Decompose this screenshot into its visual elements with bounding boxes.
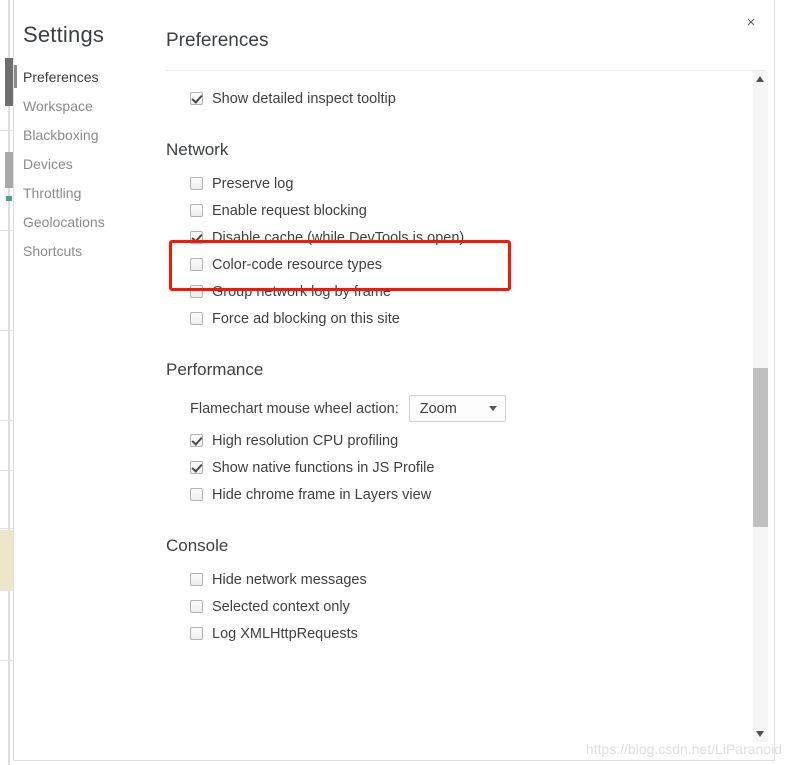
option-row-high-resolution-cpu-profiling[interactable]: High resolution CPU profiling <box>166 427 748 454</box>
sidebar-item-label: Geolocations <box>23 213 105 230</box>
select-label: Flamechart mouse wheel action: <box>190 400 399 417</box>
background-scroll-thumb-secondary <box>5 152 13 188</box>
option-label[interactable]: Selected context only <box>212 599 350 615</box>
option-row-hide-chrome-frame-in-layers-view[interactable]: Hide chrome frame in Layers view <box>166 481 748 508</box>
checkbox-group-network-log-by-frame[interactable] <box>190 285 203 298</box>
option-row-show-native-functions-in-js-profile[interactable]: Show native functions in JS Profile <box>166 454 748 481</box>
settings-title: Settings <box>23 22 105 47</box>
background-divider <box>0 330 14 331</box>
background-marker <box>6 196 12 201</box>
checkbox-force-ad-blocking-on-this-site[interactable] <box>190 312 203 325</box>
checkbox-log-xmlhttprequests[interactable] <box>190 627 203 640</box>
sidebar-item-workspace[interactable]: Workspace <box>14 91 152 120</box>
option-row-selected-context-only[interactable]: Selected context only <box>166 593 748 620</box>
checkbox-high-resolution-cpu-profiling[interactable] <box>190 434 203 447</box>
sidebar-item-blackboxing[interactable]: Blackboxing <box>14 120 152 149</box>
option-label[interactable]: Force ad blocking on this site <box>212 311 400 327</box>
sidebar-item-preferences[interactable]: Preferences <box>14 62 152 91</box>
option-label[interactable]: Hide chrome frame in Layers view <box>212 487 431 503</box>
checkbox-enable-request-blocking[interactable] <box>190 204 203 217</box>
checkbox-show-native-functions-in-js-profile[interactable] <box>190 461 203 474</box>
background-divider <box>0 470 14 471</box>
sidebar-item-throttling[interactable]: Throttling <box>14 178 152 207</box>
option-label[interactable]: Preserve log <box>212 176 293 192</box>
sidebar-item-label: Preferences <box>23 68 99 85</box>
checkbox-color-code-resource-types[interactable] <box>190 258 203 271</box>
group-title-network: Network <box>166 140 229 159</box>
option-row-force-ad-blocking-on-this-site[interactable]: Force ad blocking on this site <box>166 305 748 332</box>
option-row-show-detailed-inspect-tooltip[interactable]: Show detailed inspect tooltip <box>166 85 748 112</box>
chevron-down-icon <box>488 406 497 411</box>
background-divider <box>0 528 14 529</box>
option-row-disable-cache-while-devtools-is-open[interactable]: Disable cache (while DevTools is open) <box>166 224 748 251</box>
option-label[interactable]: Log XMLHttpRequests <box>212 626 358 642</box>
option-label[interactable]: Disable cache (while DevTools is open) <box>212 230 464 246</box>
background-divider <box>0 590 14 591</box>
sidebar-item-label: Workspace <box>23 97 93 114</box>
option-label[interactable]: Show detailed inspect tooltip <box>212 91 396 107</box>
settings-content: Preferences Show detailed inspect toolti… <box>152 0 774 760</box>
background-divider <box>0 660 14 661</box>
background-scroll-rail <box>8 0 10 765</box>
sidebar-item-label: Devices <box>23 155 73 172</box>
option-label[interactable]: Hide network messages <box>212 572 367 588</box>
option-label[interactable]: High resolution CPU profiling <box>212 433 398 449</box>
scroll-up-arrow-icon[interactable] <box>753 71 768 87</box>
settings-dialog: × Settings Preferences Workspace Blackboxi… <box>14 0 774 760</box>
select-row-flamechart-mouse-wheel-action: Flamechart mouse wheel action: Zoom <box>166 390 748 427</box>
background-divider <box>0 420 14 421</box>
option-label[interactable]: Color-code resource types <box>212 257 382 273</box>
checkbox-selected-context-only[interactable] <box>190 600 203 613</box>
sidebar-item-label: Throttling <box>23 184 82 201</box>
group-title-console: Console <box>166 536 229 555</box>
option-row-group-network-log-by-frame[interactable]: Group network log by frame <box>166 278 748 305</box>
option-label[interactable]: Enable request blocking <box>212 203 367 219</box>
option-row-enable-request-blocking[interactable]: Enable request blocking <box>166 197 748 224</box>
checkbox-disable-cache-while-devtools-is-open[interactable] <box>190 231 203 244</box>
preferences-list: Show detailed inspect tooltip Network Pres… <box>152 71 748 647</box>
checkbox-hide-chrome-frame-in-layers-view[interactable] <box>190 488 203 501</box>
vertical-scrollbar[interactable] <box>753 71 768 742</box>
sidebar-item-label: Shortcuts <box>23 242 83 259</box>
background-divider <box>0 230 14 231</box>
checkbox-show-detailed-inspect-tooltip[interactable] <box>190 92 203 105</box>
sidebar-nav: Preferences Workspace Blackboxing Devices Th… <box>14 62 152 265</box>
option-label[interactable]: Show native functions in JS Profile <box>212 460 434 476</box>
background-highlight-band <box>0 530 13 590</box>
group-title-performance: Performance <box>166 360 264 379</box>
settings-sidebar: Settings Preferences Workspace Blackboxing… <box>14 0 152 760</box>
select-value: Zoom <box>419 400 457 417</box>
checkbox-preserve-log[interactable] <box>190 177 203 190</box>
background-scroll-thumb <box>5 58 14 106</box>
scrollbar-thumb[interactable] <box>753 368 768 527</box>
preferences-scroll-area[interactable]: Show detailed inspect tooltip Network Pres… <box>152 71 774 760</box>
background-page-strip <box>0 0 14 765</box>
option-row-preserve-log[interactable]: Preserve log <box>166 170 748 197</box>
checkbox-hide-network-messages[interactable] <box>190 573 203 586</box>
sidebar-item-label: Blackboxing <box>23 126 99 143</box>
option-row-hide-network-messages[interactable]: Hide network messages <box>166 566 748 593</box>
sidebar-item-shortcuts[interactable]: Shortcuts <box>14 236 152 265</box>
sidebar-item-geolocations[interactable]: Geolocations <box>14 207 152 236</box>
option-row-color-code-resource-types[interactable]: Color-code resource types <box>166 251 748 278</box>
background-divider <box>0 130 14 131</box>
option-label[interactable]: Group network log by frame <box>212 284 391 300</box>
page-title: Preferences <box>166 30 269 51</box>
option-row-log-xmlhttprequests[interactable]: Log XMLHttpRequests <box>166 620 748 647</box>
scroll-down-arrow-icon[interactable] <box>753 726 768 742</box>
flamechart-mouse-wheel-select[interactable]: Zoom <box>408 395 506 422</box>
sidebar-item-devices[interactable]: Devices <box>14 149 152 178</box>
